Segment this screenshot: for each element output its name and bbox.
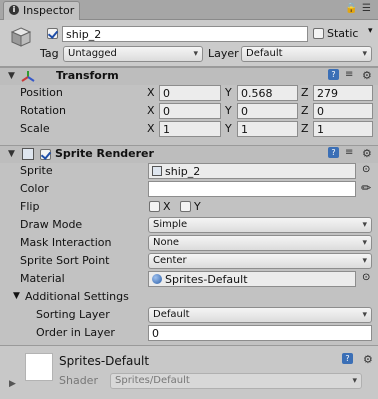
position-x-axis-label[interactable]: X [147,86,155,99]
tab-inspector-label: Inspector [23,4,75,17]
sprite-renderer-help-icon[interactable]: ? [328,147,339,159]
layer-dropdown[interactable]: Default [241,46,372,62]
material-value: Sprites-Default [165,273,248,286]
static-label: Static [327,27,359,40]
gameobject-cube-icon [10,27,32,47]
rotation-y-field[interactable]: 0 [237,103,298,119]
material-label: Material [20,272,65,285]
position-z-field[interactable]: 279 [313,85,373,101]
material-picker-icon[interactable]: ⊙ [362,272,370,283]
mask-interaction-label: Mask Interaction [20,236,112,249]
position-label: Position [20,86,63,99]
scale-label: Scale [20,122,50,135]
sprite-renderer-title: Sprite Renderer [55,147,154,160]
transform-header[interactable]: ▼ Transform ? ≡ ⚙ [0,67,378,85]
sorting-layer-label: Sorting Layer [36,308,110,321]
transform-axes-icon [21,71,35,82]
flip-y-label: Y [194,200,201,213]
sprite-asset-icon [152,166,162,176]
material-preview-thumbnail [25,353,53,381]
static-checkbox[interactable] [313,28,324,39]
eyedropper-icon[interactable]: ✏ [361,181,371,195]
layer-label: Layer [208,47,239,60]
mask-interaction-dropdown[interactable]: None [148,235,372,251]
rotation-x-axis-label[interactable]: X [147,104,155,117]
info-icon: i [9,5,19,15]
material-object-field[interactable]: Sprites-Default [148,271,356,287]
color-swatch-field[interactable] [148,181,356,197]
gameobject-name-field[interactable]: ship_2 [62,26,308,42]
rotation-y-axis-label[interactable]: Y [225,104,232,117]
position-x-field[interactable]: 0 [159,85,221,101]
additional-settings-foldout-icon[interactable]: ▼ [13,291,20,301]
transform-presets-icon[interactable]: ≡ [345,69,353,80]
sprite-object-field[interactable]: ship_2 [148,163,356,179]
draw-mode-label: Draw Mode [20,218,83,231]
gameobject-active-checkbox[interactable] [47,28,58,39]
material-settings-gear-icon[interactable]: ⚙ [363,353,373,366]
sprite-renderer-component-icon [22,148,34,160]
transform-foldout-arrow-icon[interactable]: ▼ [8,71,15,81]
flip-y-checkbox[interactable] [180,201,191,212]
order-in-layer-field[interactable]: 0 [148,325,372,341]
sprite-renderer-enabled-checkbox[interactable] [40,149,51,160]
scale-z-axis-label[interactable]: Z [301,122,309,135]
position-y-field[interactable]: 0.568 [237,85,298,101]
material-help-icon[interactable]: ? [342,353,353,365]
order-in-layer-label: Order in Layer [36,326,115,339]
tag-label: Tag [40,47,59,60]
sprite-picker-icon[interactable]: ⊙ [362,164,370,175]
sprite-renderer-foldout-arrow-icon[interactable]: ▼ [8,149,15,159]
static-dropdown-arrow-icon[interactable]: ▾ [368,26,373,36]
sprite-sort-point-dropdown[interactable]: Center [148,253,372,269]
shader-label: Shader [59,374,98,387]
transform-title: Transform [56,69,119,82]
scale-z-field[interactable]: 1 [313,121,373,137]
sprite-sort-point-label: Sprite Sort Point [20,254,110,267]
material-foldout-arrow-icon[interactable]: ▶ [9,379,16,389]
lock-icon[interactable]: 🔒 [345,3,357,14]
draw-mode-dropdown[interactable]: Simple [148,217,372,233]
material-sphere-icon [152,274,162,284]
additional-settings-label[interactable]: Additional Settings [25,290,129,303]
material-preview-section [0,345,378,399]
rotation-x-field[interactable]: 0 [159,103,221,119]
sorting-layer-dropdown[interactable]: Default [148,307,372,323]
tab-menu-icon[interactable]: ☰ [362,3,371,14]
rotation-z-field[interactable]: 0 [313,103,373,119]
material-name: Sprites-Default [59,354,150,368]
flip-x-label: X [163,200,171,213]
rotation-z-axis-label[interactable]: Z [301,104,309,117]
transform-settings-gear-icon[interactable]: ⚙ [362,69,372,82]
sprite-renderer-header[interactable]: ▼ Sprite Renderer ? ≡ ⚙ [0,145,378,163]
scale-y-field[interactable]: 1 [237,121,298,137]
sprite-renderer-settings-gear-icon[interactable]: ⚙ [362,147,372,160]
transform-help-icon[interactable]: ? [328,69,339,81]
scale-x-field[interactable]: 1 [159,121,221,137]
scale-x-axis-label[interactable]: X [147,122,155,135]
flip-label: Flip [20,200,40,213]
tab-inspector[interactable]: i Inspector [3,1,80,20]
shader-dropdown[interactable]: Sprites/Default [110,373,362,389]
sprite-value: ship_2 [165,165,201,178]
scale-y-axis-label[interactable]: Y [225,122,232,135]
position-z-axis-label[interactable]: Z [301,86,309,99]
sprite-label: Sprite [20,164,53,177]
flip-x-checkbox[interactable] [149,201,160,212]
tag-dropdown[interactable]: Untagged [63,46,203,62]
position-y-axis-label[interactable]: Y [225,86,232,99]
rotation-label: Rotation [20,104,67,117]
sprite-renderer-presets-icon[interactable]: ≡ [345,147,353,158]
color-label: Color [20,182,49,195]
